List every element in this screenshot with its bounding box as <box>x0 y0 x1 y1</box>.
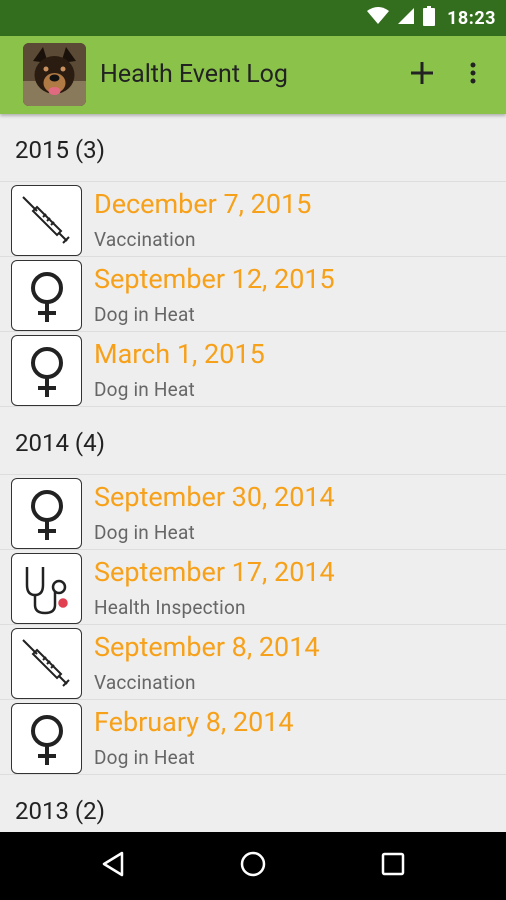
overflow-menu-button[interactable] <box>456 55 490 95</box>
event-date: September 17, 2014 <box>94 556 335 588</box>
event-row[interactable]: September 8, 2014 Vaccination <box>0 625 506 700</box>
event-date: December 7, 2015 <box>94 188 312 220</box>
navigation-bar <box>0 832 506 900</box>
event-type: Vaccination <box>94 228 196 251</box>
event-row[interactable]: September 12, 2015 Dog in Heat <box>0 257 506 332</box>
status-time: 18:23 <box>447 7 496 29</box>
back-button[interactable] <box>93 846 133 886</box>
syringe-icon <box>11 628 82 699</box>
event-type: Dog in Heat <box>94 303 195 326</box>
more-vert-icon <box>470 62 476 88</box>
event-date: September 30, 2014 <box>94 481 335 513</box>
event-type: Dog in Heat <box>94 378 195 401</box>
year-header[interactable]: 2014 (4) <box>0 407 506 475</box>
home-button[interactable] <box>233 846 273 886</box>
stethoscope-icon <box>11 553 82 624</box>
status-icons: 18:23 <box>367 6 496 30</box>
plus-icon <box>411 62 433 88</box>
back-triangle-icon <box>101 851 125 881</box>
cell-signal-icon <box>397 7 415 29</box>
year-header[interactable]: 2013 (2) <box>0 775 506 832</box>
event-row[interactable]: September 30, 2014 Dog in Heat <box>0 475 506 550</box>
event-row[interactable]: March 1, 2015 Dog in Heat <box>0 332 506 407</box>
home-circle-icon <box>240 851 266 881</box>
event-date: September 8, 2014 <box>94 631 320 663</box>
event-list[interactable]: 2015 (3) December 7, 2015 Vaccination Se… <box>0 114 506 832</box>
wifi-icon <box>367 7 390 29</box>
event-row[interactable]: September 17, 2014 Health Inspection <box>0 550 506 625</box>
dog-avatar[interactable] <box>23 43 86 106</box>
event-row[interactable]: February 8, 2014 Dog in Heat <box>0 700 506 775</box>
year-header[interactable]: 2015 (3) <box>0 114 506 182</box>
recents-button[interactable] <box>373 846 413 886</box>
event-date: March 1, 2015 <box>94 338 265 370</box>
female-symbol-icon <box>11 478 82 549</box>
event-type: Vaccination <box>94 671 196 694</box>
female-symbol-icon <box>11 335 82 406</box>
status-bar: 18:23 <box>0 0 506 36</box>
syringe-icon <box>11 185 82 256</box>
event-type: Health Inspection <box>94 596 246 619</box>
event-type: Dog in Heat <box>94 746 195 769</box>
event-date: February 8, 2014 <box>94 706 294 738</box>
event-date: September 12, 2015 <box>94 263 335 295</box>
female-symbol-icon <box>11 260 82 331</box>
recents-square-icon <box>381 852 405 880</box>
battery-icon <box>423 6 436 30</box>
female-symbol-icon <box>11 703 82 774</box>
event-row[interactable]: December 7, 2015 Vaccination <box>0 182 506 257</box>
page-title: Health Event Log <box>100 60 288 89</box>
add-event-button[interactable] <box>402 55 442 95</box>
app-bar: Health Event Log <box>0 36 506 114</box>
event-type: Dog in Heat <box>94 521 195 544</box>
